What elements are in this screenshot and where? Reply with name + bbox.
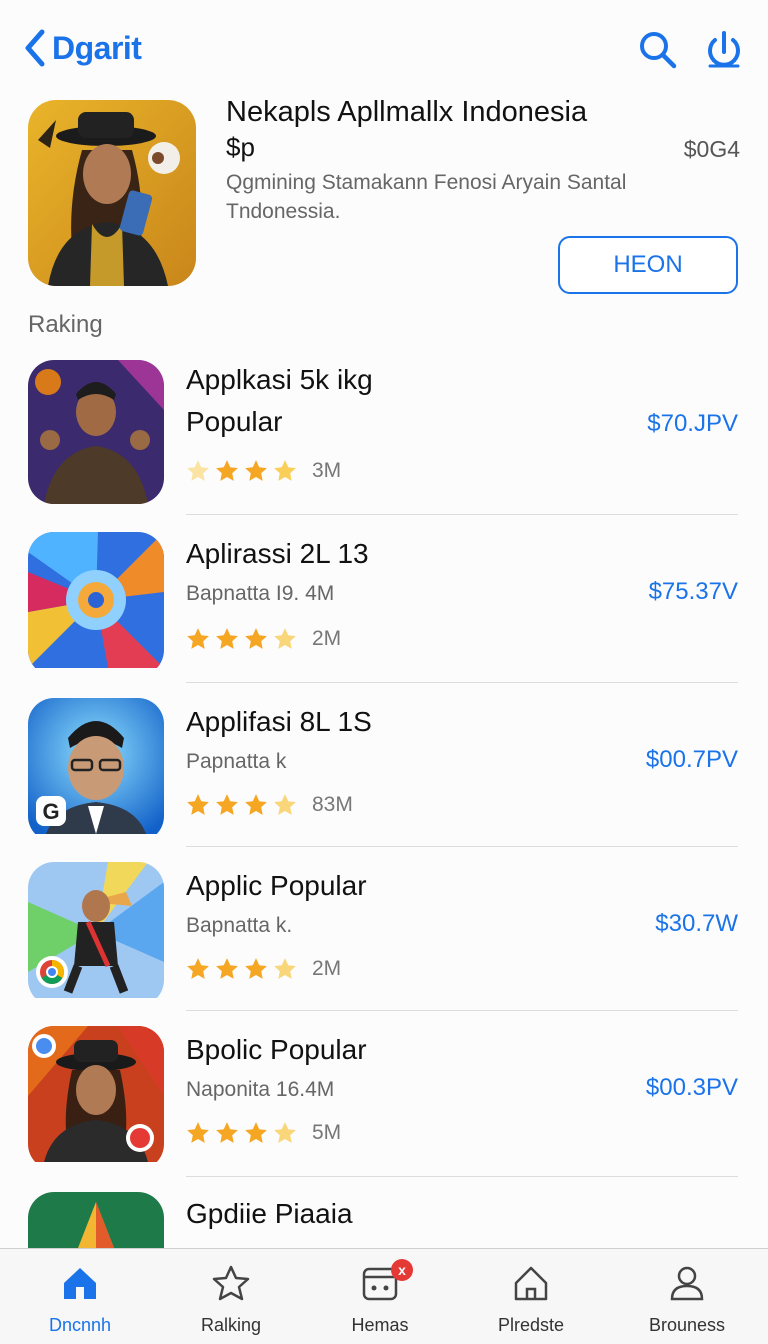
rating-count: 83M [312, 793, 353, 816]
profile-icon [670, 1266, 704, 1301]
app-price[interactable]: $70.JPV [647, 410, 738, 438]
app-name: Applic Popular [186, 870, 367, 901]
star-icon [245, 460, 267, 481]
divider [186, 846, 738, 847]
star-icon [216, 1122, 238, 1143]
tab-label: Plredste [497, 1315, 565, 1335]
rating: 3M [184, 458, 341, 484]
home-icon [64, 1268, 96, 1299]
app-icon [28, 360, 164, 504]
app-icon: G [28, 698, 164, 842]
featured-title: Nekapls Apllmallx Indonesia [226, 96, 588, 128]
star-icon [245, 958, 267, 979]
app-name: Applkasi 5k ikg [186, 364, 373, 395]
app-meta: Bapnatta I9. 4M [186, 582, 335, 605]
chevron-left-icon [25, 29, 45, 67]
list-item[interactable]: Aplirassi 2L 13 Bapnatta I9. 4M 2M $75.3… [0, 532, 768, 698]
tab-label: Ralking [200, 1315, 262, 1335]
list-item[interactable]: Applic Popular Bapnatta k. 2M $30.7W [0, 862, 768, 1028]
star-icon [216, 628, 238, 649]
star-icon [245, 794, 267, 815]
star-icon [274, 794, 296, 815]
app-store-screen: Dgarit Nekapls Apllmallx Indonesia $p $0… [0, 0, 768, 1344]
star-icon [245, 1122, 267, 1143]
app-price[interactable]: $00.3PV [646, 1074, 738, 1102]
app-name: Aplirassi 2L 13 [186, 538, 369, 569]
star-icon [216, 460, 238, 481]
star-icon [187, 958, 209, 979]
star-icon [187, 460, 209, 481]
top-bar: Dgarit [0, 20, 768, 80]
search-icon[interactable] [636, 28, 680, 72]
star-icon [274, 1122, 296, 1143]
app-icon [28, 532, 164, 676]
star-icon [187, 628, 209, 649]
app-price[interactable]: $75.37V [649, 578, 738, 606]
power-icon[interactable] [702, 28, 746, 72]
tab-predictions[interactable]: Plredste [466, 1263, 596, 1336]
divider [186, 514, 738, 515]
section-title: Raking [28, 311, 103, 338]
featured-app-image[interactable] [28, 100, 196, 286]
tab-label: Dncnnh [48, 1315, 112, 1335]
app-icon [28, 1192, 164, 1248]
back-button[interactable]: Dgarit [22, 28, 142, 68]
list-item[interactable]: G Applifasi 8L 1S Papnatta k 83M $00.7PV [0, 698, 768, 864]
divider [186, 682, 738, 683]
rating-count: 2M [312, 957, 342, 980]
rating-count: 5M [312, 1121, 342, 1144]
svg-text:G: G [42, 799, 59, 824]
tab-label: Hemas [351, 1315, 409, 1335]
app-meta: Bapnatta k. [186, 914, 293, 937]
star-icon [187, 794, 209, 815]
rating: 2M [184, 626, 341, 652]
tab-games[interactable]: x Hemas [315, 1259, 445, 1336]
app-price[interactable]: $00.7PV [646, 746, 738, 774]
rating-count: 3M [312, 459, 342, 482]
list-item[interactable]: Gpdiie Piaaia [0, 1192, 768, 1248]
app-meta: Naponita 16.4M [186, 1078, 335, 1101]
star-icon [274, 460, 296, 481]
app-price[interactable]: $30.7W [655, 910, 738, 938]
featured-subtitle: $p [226, 132, 255, 162]
rating: 2M [184, 956, 341, 982]
tab-profile[interactable]: Brouness [622, 1263, 752, 1336]
tab-label: Brouness [648, 1315, 726, 1335]
notification-badge: x [391, 1259, 413, 1281]
star-icon [216, 794, 238, 815]
rating: 83M [184, 792, 353, 818]
app-category: Popular [186, 406, 283, 437]
divider [186, 1176, 738, 1177]
house-outline-icon [514, 1266, 548, 1301]
app-name: Applifasi 8L 1S [186, 706, 372, 737]
list-item[interactable]: Applkasi 5k ikg Popular 3M $70.JPV [0, 360, 768, 526]
star-icon [274, 628, 296, 649]
app-icon [28, 1026, 164, 1170]
tab-ranking[interactable]: Ralking [166, 1263, 296, 1336]
app-icon [28, 862, 164, 1006]
star-icon [274, 958, 296, 979]
featured-get-button[interactable]: HEON [558, 236, 738, 294]
app-meta: Papnatta k [186, 750, 287, 773]
divider [186, 1010, 738, 1011]
rating-count: 2M [312, 627, 342, 650]
app-name: Gpdiie Piaaia [186, 1198, 353, 1229]
tab-home[interactable]: Dncnnh [15, 1263, 145, 1336]
featured-description: Qgmining Stamakann Fenosi Aryain Santal … [226, 171, 627, 223]
featured-price: $0G4 [683, 136, 740, 162]
back-label: Dgarit [52, 29, 142, 66]
star-icon [187, 1122, 209, 1143]
app-name: Bpolic Popular [186, 1034, 367, 1065]
list-item[interactable]: Bpolic Popular Naponita 16.4M 5M $00.3PV [0, 1026, 768, 1192]
tab-bar: Dncnnh Ralking x Hemas Plredste Brouness [0, 1248, 768, 1344]
star-house-icon [212, 1265, 250, 1301]
star-icon [216, 958, 238, 979]
rating: 5M [184, 1120, 341, 1146]
star-icon [245, 628, 267, 649]
